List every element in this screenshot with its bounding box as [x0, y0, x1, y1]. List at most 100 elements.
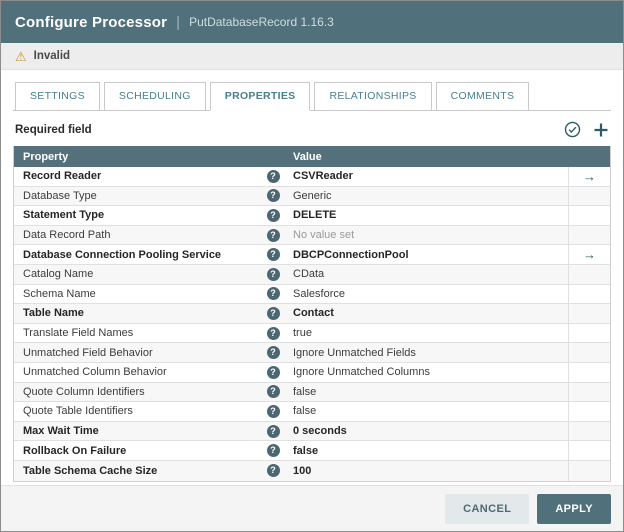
apply-button[interactable]: APPLY [537, 494, 611, 524]
help-icon: ? [267, 464, 280, 477]
property-name: Unmatched Column Behavior [23, 366, 167, 378]
property-name: Table Name [23, 307, 84, 319]
property-value-cell[interactable]: Generic [286, 190, 568, 202]
property-value-cell[interactable]: 0 seconds [286, 425, 568, 437]
property-value-cell[interactable]: false [286, 386, 568, 398]
help-icon: ? [267, 189, 280, 202]
plus-icon [593, 122, 609, 138]
property-value: DELETE [293, 209, 336, 221]
help-icon: ? [267, 444, 280, 457]
property-name: Database Connection Pooling Service [23, 249, 221, 261]
tab-properties[interactable]: PROPERTIES [210, 82, 311, 111]
property-name: Translate Field Names [23, 327, 133, 339]
help-icon: ? [267, 170, 280, 183]
title-separator: | [176, 14, 180, 31]
value-column-header: Value [286, 151, 568, 163]
tab-relationships[interactable]: RELATIONSHIPS [314, 82, 431, 110]
table-row[interactable]: Schema Name? Salesforce [14, 285, 610, 305]
help-icon: ? [267, 366, 280, 379]
property-name: Quote Column Identifiers [23, 386, 145, 398]
check-circle-icon [564, 121, 581, 138]
property-value: false [293, 405, 316, 417]
property-value: false [293, 445, 318, 457]
toolbar-icons [564, 121, 609, 138]
properties-toolbar: Required field [15, 121, 609, 138]
dialog-title: Configure Processor [15, 14, 167, 31]
property-value-cell[interactable]: Contact [286, 307, 568, 319]
verify-properties-button[interactable] [564, 121, 581, 138]
help-icon: ? [267, 327, 280, 340]
property-value-cell[interactable]: false [286, 445, 568, 457]
processor-name-version: PutDatabaseRecord 1.16.3 [189, 15, 334, 29]
table-row[interactable]: Database Connection Pooling Service? DBCP… [14, 245, 610, 265]
tabs: SETTINGSSCHEDULINGPROPERTIESRELATIONSHIP… [13, 82, 611, 111]
help-icon: ? [267, 307, 280, 320]
table-row[interactable]: Quote Table Identifiers?false [14, 402, 610, 422]
property-value-cell[interactable]: No value set [286, 229, 568, 241]
table-row[interactable]: Max Wait Time?0 seconds [14, 422, 610, 442]
table-row[interactable]: Record Reader?CSVReader→ [14, 167, 610, 187]
property-value-cell[interactable]: CSVReader [286, 170, 568, 182]
property-name: Database Type [23, 190, 97, 202]
table-row[interactable]: Table Schema Cache Size? 100 [14, 461, 610, 481]
configure-processor-dialog: Configure Processor | PutDatabaseRecord … [0, 0, 624, 532]
dialog-content: SETTINGSSCHEDULINGPROPERTIESRELATIONSHIP… [1, 70, 623, 485]
property-value: Salesforce [293, 288, 345, 300]
property-value-cell[interactable]: Ignore Unmatched Fields [286, 347, 568, 359]
property-value: false [293, 386, 316, 398]
table-row[interactable]: Data Record Path?No value set [14, 226, 610, 246]
property-value: Ignore Unmatched Fields [293, 347, 416, 359]
property-value: DBCPConnectionPool [293, 249, 409, 261]
help-icon: ? [267, 425, 280, 438]
table-row[interactable]: Statement Type?DELETE [14, 206, 610, 226]
property-value-cell[interactable]: true [286, 327, 568, 339]
help-icon: ? [267, 268, 280, 281]
property-value-cell[interactable]: DELETE [286, 209, 568, 221]
table-row[interactable]: Catalog Name? CData [14, 265, 610, 285]
goto-service-arrow-icon[interactable]: → [583, 170, 596, 183]
table-row[interactable]: Unmatched Column Behavior? Ignore Unmatch… [14, 363, 610, 383]
required-field-label: Required field [15, 124, 92, 136]
tab-comments[interactable]: COMMENTS [436, 82, 530, 110]
property-value-cell[interactable]: false [286, 405, 568, 417]
dialog-header: Configure Processor | PutDatabaseRecord … [1, 1, 623, 43]
property-name: Catalog Name [23, 268, 93, 280]
property-name: Data Record Path [23, 229, 110, 241]
property-value: 100 [293, 465, 311, 477]
table-row[interactable]: Table Name? Contact [14, 304, 610, 324]
property-value: 0 seconds [293, 425, 347, 437]
validation-status-bar: ⚠ Invalid [1, 43, 623, 70]
help-icon: ? [267, 248, 280, 261]
property-value: Ignore Unmatched Columns [293, 366, 430, 378]
property-value: true [293, 327, 312, 339]
add-property-button[interactable] [593, 122, 609, 138]
property-value-cell[interactable]: Ignore Unmatched Columns [286, 366, 568, 378]
table-row[interactable]: Rollback On Failure? false [14, 441, 610, 461]
help-icon: ? [267, 209, 280, 222]
property-value: No value set [293, 229, 354, 241]
table-row[interactable]: Database Type? Generic [14, 187, 610, 207]
property-name: Rollback On Failure [23, 445, 126, 457]
tab-scheduling[interactable]: SCHEDULING [104, 82, 206, 110]
property-name: Table Schema Cache Size [23, 465, 157, 477]
warning-triangle-icon: ⚠ [15, 50, 27, 63]
properties-table-body: Record Reader?CSVReader→Database Type?Ge… [14, 167, 610, 481]
property-value-cell[interactable]: Salesforce [286, 288, 568, 300]
property-value-cell[interactable]: CData [286, 268, 568, 280]
help-icon: ? [267, 346, 280, 359]
cancel-button[interactable]: CANCEL [445, 494, 529, 524]
table-row[interactable]: Unmatched Field Behavior?Ignore Unmatche… [14, 343, 610, 363]
goto-service-arrow-icon[interactable]: → [583, 248, 596, 261]
property-value: CData [293, 268, 324, 280]
tab-settings[interactable]: SETTINGS [15, 82, 100, 110]
properties-table-header: Property Value [14, 146, 610, 167]
property-value-cell[interactable]: DBCPConnectionPool [286, 249, 568, 261]
dialog-footer: CANCEL APPLY [1, 485, 623, 531]
property-value-cell[interactable]: 100 [286, 465, 568, 477]
help-icon: ? [267, 287, 280, 300]
property-column-header: Property [14, 151, 260, 163]
table-row[interactable]: Translate Field Names? true [14, 324, 610, 344]
properties-table: Property Value Record Reader?CSVReader→D… [13, 146, 611, 482]
property-name: Schema Name [23, 288, 96, 300]
table-row[interactable]: Quote Column Identifiers?false [14, 383, 610, 403]
